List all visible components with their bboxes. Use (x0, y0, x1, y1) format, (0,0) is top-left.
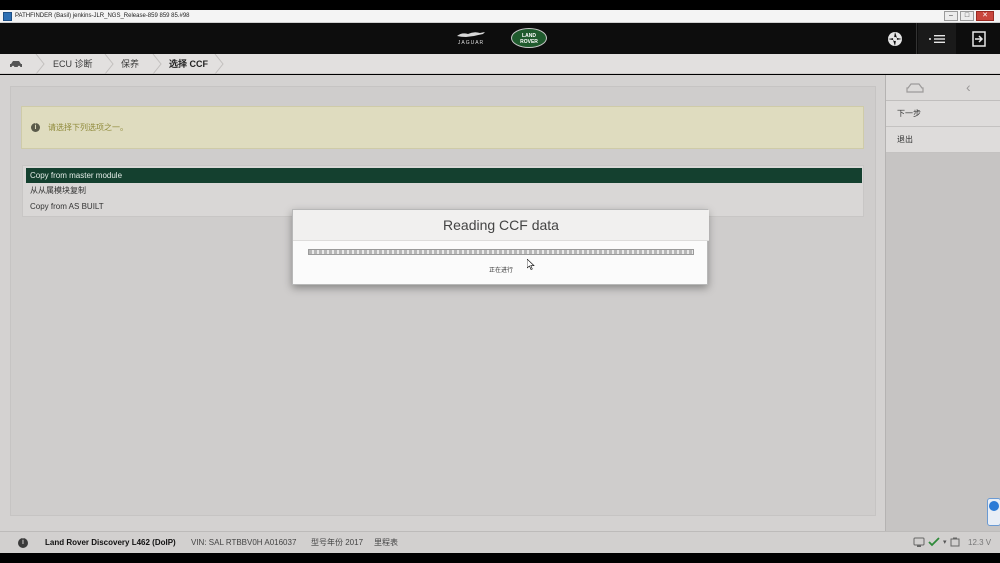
exit-icon (972, 30, 986, 47)
breadcrumb-maintenance[interactable]: 保养 (121, 54, 139, 74)
aperture-button[interactable] (876, 23, 914, 54)
window-titlebar: PATHFINDER (Basil) jenkins-JLR_NGS_Relea… (0, 10, 1000, 23)
jaguar-leaper-icon (457, 32, 485, 37)
dropdown-arrow-icon: ▾ (943, 539, 947, 546)
dialog-title: Reading CCF data (293, 210, 709, 241)
vehicle-name: Land Rover Discovery L462 (DoIP) (45, 538, 176, 547)
car-icon (10, 61, 22, 69)
breadcrumb-separator (104, 54, 114, 74)
brand-header: JAGUAR LAND ROVER (0, 23, 1000, 54)
progress-bar (308, 249, 694, 255)
info-icon: i (31, 123, 40, 132)
battery-icon (950, 537, 960, 547)
vehicle-info-icon[interactable]: i (18, 538, 28, 548)
breadcrumb: ECU 诊断 保养 选择 CCF (0, 54, 1000, 74)
option-copy-from-master[interactable]: Copy from master module (26, 168, 862, 183)
instruction-notice: i 请选择下列选项之一。 (21, 106, 864, 149)
app-icon (3, 12, 12, 21)
jaguar-logo: JAGUAR (452, 29, 490, 49)
breadcrumb-select-ccf: 选择 CCF (169, 59, 208, 69)
sidebar-item-exit[interactable]: 退出 (886, 127, 1000, 153)
close-window-button[interactable]: ✕ (976, 11, 994, 21)
breadcrumb-home[interactable] (9, 54, 27, 74)
landrover-wordmark-line2: ROVER (520, 39, 538, 45)
sidebar-item-next[interactable]: 下一步 (886, 101, 1000, 127)
menu-button[interactable] (918, 23, 956, 54)
option-copy-from-slave[interactable]: 从从属模块复制 (26, 183, 86, 198)
content-panel (10, 86, 876, 516)
teamviewer-icon (989, 501, 999, 511)
jaguar-wordmark: JAGUAR (457, 40, 485, 46)
status-icons: ▾ (913, 537, 960, 547)
menu-icon (929, 34, 945, 43)
model-year: 型号年份 2017 (311, 538, 364, 547)
landrover-logo: LAND ROVER (511, 28, 547, 48)
progress-fill (309, 250, 693, 254)
aperture-icon (888, 31, 902, 46)
interface-icon (913, 537, 925, 547)
minimize-button[interactable]: – (944, 11, 958, 21)
mouse-cursor-icon (527, 259, 535, 270)
reading-ccf-dialog: Reading CCF data 正在进行 (292, 209, 709, 285)
exit-app-button[interactable] (960, 23, 998, 54)
battery-voltage: 12.3 V (968, 538, 992, 547)
breadcrumb-separator (152, 54, 162, 74)
teamviewer-tab[interactable] (987, 498, 1000, 526)
instruction-text: 请选择下列选项之一。 (48, 123, 128, 132)
window-controls: – □ ✕ (944, 11, 994, 21)
option-copy-from-as-built[interactable]: Copy from AS BUILT (26, 199, 104, 214)
breadcrumb-ecu-diagnosis[interactable]: ECU 诊断 (53, 54, 93, 74)
window-title: PATHFINDER (Basil) jenkins-JLR_NGS_Relea… (15, 13, 190, 19)
breadcrumb-separator (35, 54, 45, 74)
status-bar: i Land Rover Discovery L462 (DoIP) VIN: … (0, 531, 1000, 553)
header-divider (916, 23, 917, 54)
progress-status: 正在进行 (488, 268, 513, 274)
odometer-label: 里程表 (374, 538, 398, 547)
breadcrumb-separator (214, 54, 224, 74)
vehicle-vin: VIN: SAL RTBBV0H A016037 (191, 538, 297, 547)
right-sidebar: ‹ 下一步 退出 (885, 75, 1000, 531)
collapse-chevron-icon[interactable]: ‹ (966, 80, 971, 94)
car-icon (906, 83, 924, 93)
maximize-button[interactable]: □ (960, 11, 974, 21)
connection-check-icon (928, 537, 940, 547)
sidebar-header: ‹ (886, 75, 1000, 101)
